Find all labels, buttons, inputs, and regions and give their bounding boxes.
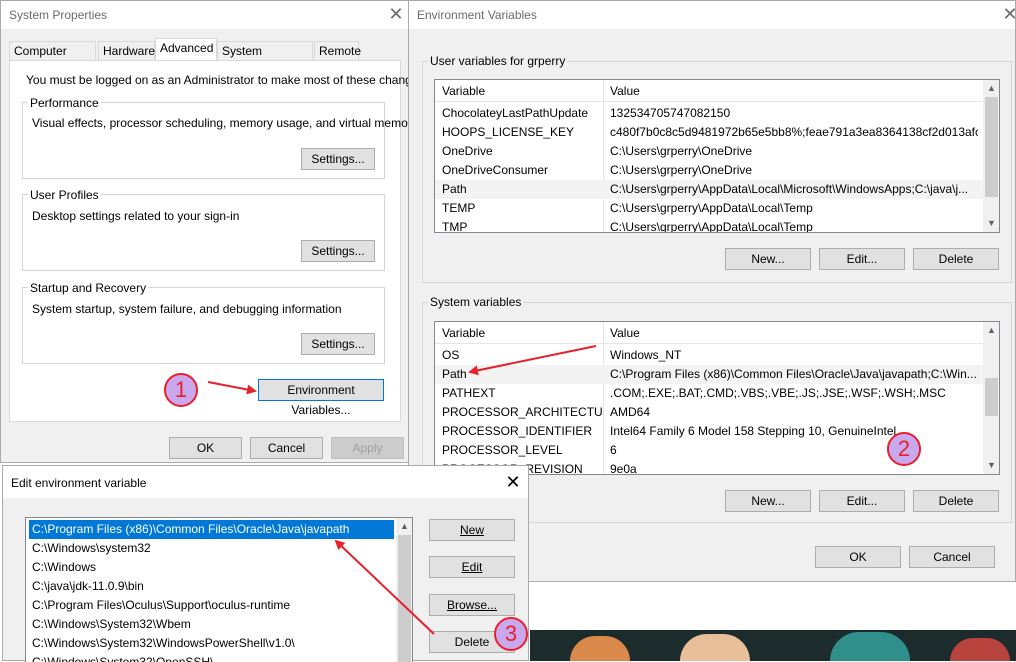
annotation-arrow-3: [334, 539, 435, 635]
annotation-badge-3: 3: [494, 617, 528, 651]
annotation-badge-2: 2: [887, 432, 921, 466]
annotation-badge-1: 1: [164, 373, 198, 407]
annotation-arrow-1: [207, 381, 257, 395]
annotation-arrows: [207, 345, 597, 635]
annotation-arrow-path: [468, 345, 597, 376]
